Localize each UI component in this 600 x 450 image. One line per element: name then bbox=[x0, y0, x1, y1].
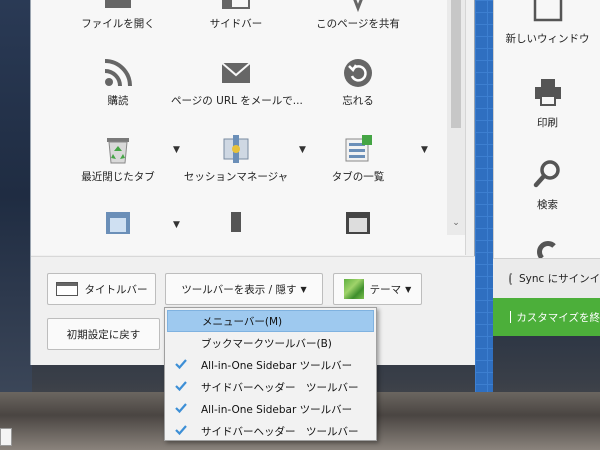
recycle-bin-icon bbox=[107, 138, 129, 164]
chevron-down-icon: ▼ bbox=[300, 284, 307, 294]
tab-list-label: タブの一覧 bbox=[331, 171, 385, 183]
toolbars-dropdown-menu: メニューバー(M) ブックマークツールバー(B) All-in-One Side… bbox=[164, 307, 377, 441]
exit-customize-button[interactable]: カスタマイズを終 bbox=[493, 298, 600, 336]
menu-item-bookmarks-toolbar-label: ブックマークツールバー(B) bbox=[201, 337, 332, 350]
menu-item-aios-toolbar-2[interactable]: All-in-One Sidebar ツールバー bbox=[167, 398, 374, 420]
email-link-item[interactable]: ページの URL をメールで... bbox=[171, 57, 303, 108]
show-hide-toolbars-button[interactable]: ツールバーを表示 / 隠す ▼ bbox=[165, 273, 323, 305]
show-hide-toolbars-label: ツールバーを表示 / 隠す bbox=[181, 283, 297, 296]
email-link-label: ページの URL をメールで... bbox=[171, 95, 303, 107]
menu-item-aios-toolbar-label: All-in-One Sidebar ツールバー bbox=[201, 359, 353, 372]
checkmark-icon bbox=[175, 403, 187, 414]
gear-icon bbox=[536, 241, 556, 260]
restore-defaults-label: 初期設定に戻す bbox=[66, 328, 141, 341]
titlebar-button[interactable]: タイトルバー bbox=[47, 273, 156, 305]
menu-item-menubar[interactable]: メニューバー(M) bbox=[167, 310, 374, 332]
share-icon bbox=[353, 0, 363, 12]
search-item[interactable]: 検索 bbox=[494, 158, 600, 212]
sidebar-item[interactable]: サイドバー bbox=[171, 0, 301, 31]
menu-item-sidebar-header-toolbar-2-label: サイドバーヘッダー ツールバー bbox=[201, 425, 359, 438]
titlebar-button-label: タイトルバー bbox=[84, 283, 148, 296]
search-label: 検索 bbox=[537, 199, 558, 211]
menu-item-bookmarks-toolbar[interactable]: ブックマークツールバー(B) bbox=[167, 332, 374, 354]
panel-window-icon bbox=[346, 212, 370, 234]
menu-item-menubar-label: メニューバー(M) bbox=[202, 315, 283, 328]
sidebar-label: サイドバー bbox=[209, 18, 263, 30]
menu-item-sidebar-header-toolbar-2[interactable]: サイドバーヘッダー ツールバー bbox=[167, 420, 374, 442]
partial-item-1[interactable]: ▼ bbox=[53, 210, 183, 234]
window-edge-pattern bbox=[475, 0, 493, 392]
share-page-label: このページを共有 bbox=[316, 18, 400, 30]
desktop-file-icon[interactable] bbox=[0, 428, 12, 446]
tab-list-item[interactable]: タブの一覧 ▼ bbox=[293, 133, 428, 184]
scrollbar-down-arrow[interactable]: ⌄ bbox=[451, 218, 461, 228]
palette-scrollbar[interactable]: ⌄ bbox=[447, 0, 465, 235]
session-manager-label: セッションマネージャ bbox=[183, 171, 289, 183]
customize-palette: ファイルを開く サイドバー このページを共有 購読 ページの URL をメールで… bbox=[31, 0, 466, 255]
sync-icon bbox=[509, 272, 513, 285]
printer-icon bbox=[534, 79, 561, 106]
checkmark-icon bbox=[175, 359, 187, 370]
menu-item-sidebar-header-toolbar-label: サイドバーヘッダー ツールバー bbox=[201, 381, 359, 394]
session-manager-item[interactable]: セッションマネージャ ▼ bbox=[171, 133, 306, 184]
recently-closed-tabs-item[interactable]: 最近閉じたタブ ▼ bbox=[53, 133, 183, 184]
partial-item-3[interactable] bbox=[293, 210, 423, 234]
menu-item-aios-toolbar[interactable]: All-in-One Sidebar ツールバー bbox=[167, 354, 374, 376]
subscribe-item[interactable]: 購読 bbox=[53, 57, 183, 108]
tab-list-dropdown-arrow[interactable]: ▼ bbox=[421, 145, 428, 155]
new-window-label: 新しいウィンドウ bbox=[505, 33, 590, 45]
open-file-label: ファイルを開く bbox=[81, 18, 155, 30]
titlebar-icon bbox=[55, 282, 78, 296]
sidebar-icon bbox=[222, 0, 250, 9]
share-page-item[interactable]: このページを共有 bbox=[293, 0, 423, 31]
forget-item[interactable]: 忘れる bbox=[293, 57, 423, 108]
exit-customize-label: カスタマイズを終 bbox=[516, 311, 600, 324]
themes-button-label: テーマ bbox=[369, 283, 402, 296]
theme-preview-icon bbox=[343, 279, 364, 299]
sync-signin-row[interactable]: Sync にサインイ bbox=[493, 258, 600, 298]
scrollbar-thumb[interactable] bbox=[451, 0, 461, 128]
email-icon bbox=[221, 62, 251, 83]
open-file-item[interactable]: ファイルを開く bbox=[53, 0, 183, 31]
forget-label: 忘れる bbox=[342, 95, 374, 107]
tab-list-icon bbox=[345, 135, 372, 162]
device-icon bbox=[231, 212, 241, 232]
print-label: 印刷 bbox=[537, 117, 558, 129]
chevron-down-icon: ▼ bbox=[405, 284, 412, 294]
print-item[interactable]: 印刷 bbox=[494, 76, 600, 130]
folder-open-icon bbox=[105, 0, 131, 8]
themes-button[interactable]: テーマ ▼ bbox=[333, 273, 422, 305]
partial-item-2[interactable] bbox=[171, 210, 301, 234]
restore-defaults-button[interactable]: 初期設定に戻す bbox=[47, 318, 160, 350]
subscribe-label: 購読 bbox=[107, 95, 129, 107]
sync-signin-label: Sync にサインイ bbox=[519, 273, 600, 285]
desktop-left-strip bbox=[0, 0, 32, 392]
forget-history-icon bbox=[344, 59, 372, 87]
menu-item-aios-toolbar-2-label: All-in-One Sidebar ツールバー bbox=[201, 403, 353, 416]
search-icon bbox=[533, 160, 560, 188]
new-window-icon bbox=[533, 0, 562, 22]
session-manager-icon bbox=[223, 135, 249, 163]
menu-item-sidebar-header-toolbar[interactable]: サイドバーヘッダー ツールバー bbox=[167, 376, 374, 398]
recently-closed-tabs-label: 最近閉じたタブ bbox=[81, 171, 155, 183]
checkmark-icon bbox=[175, 425, 187, 436]
rss-icon bbox=[104, 59, 132, 87]
new-window-item[interactable]: 新しいウィンドウ bbox=[494, 0, 600, 46]
checkmark-icon bbox=[175, 381, 187, 392]
window-icon bbox=[106, 212, 130, 234]
